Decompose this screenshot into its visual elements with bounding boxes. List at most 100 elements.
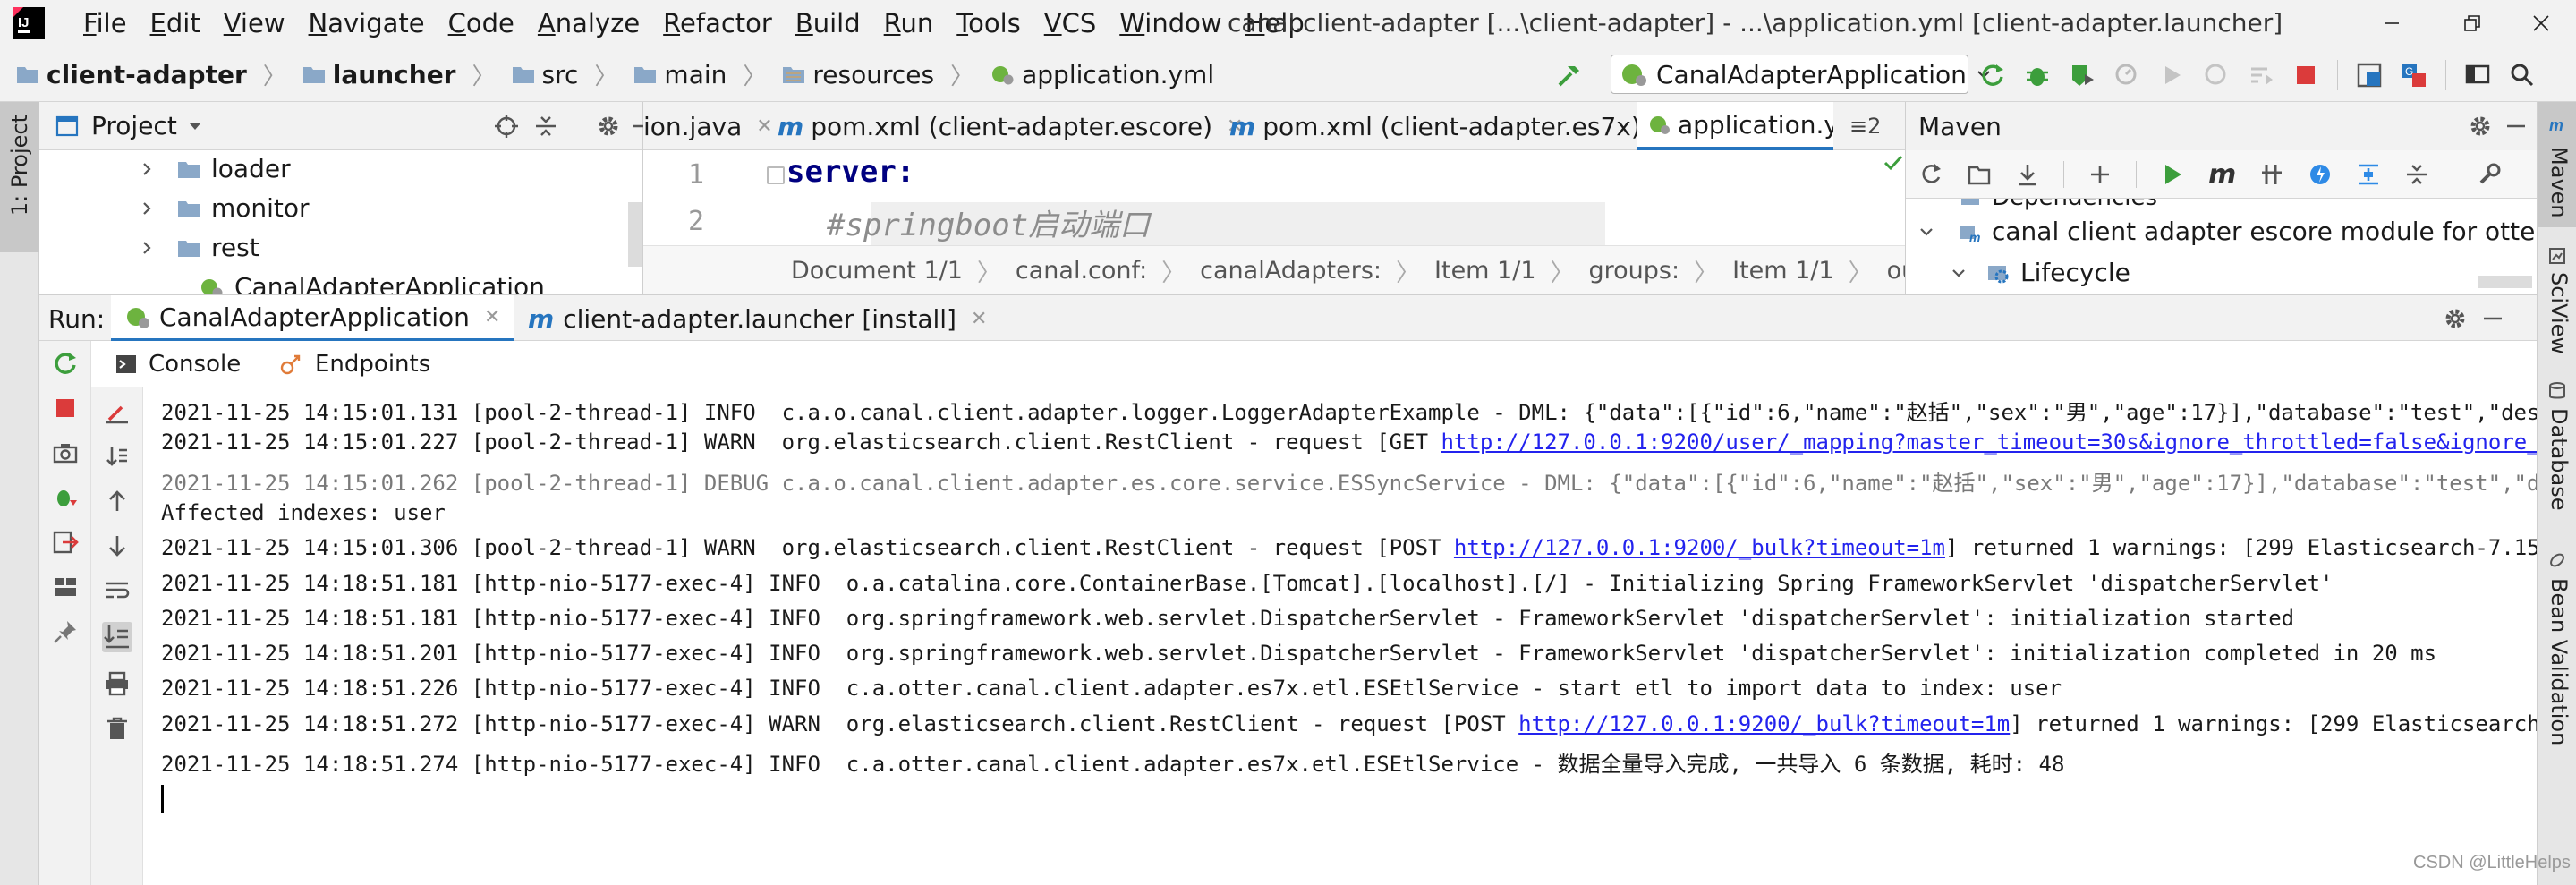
hide-panel-icon[interactable] bbox=[2504, 114, 2529, 139]
menu-item-refactor[interactable]: Refactor bbox=[651, 8, 784, 38]
tab-overflow-button[interactable]: ≡2 bbox=[1849, 102, 1881, 150]
editor-tab-java[interactable]: ion.java ✕ bbox=[643, 102, 773, 150]
presentation-icon[interactable] bbox=[2464, 62, 2491, 89]
clear-highlight-icon[interactable] bbox=[104, 398, 131, 425]
close-tab-icon[interactable]: ✕ bbox=[756, 115, 772, 138]
console-link[interactable]: http://127.0.0.1:9200/_bulk?timeout=1m bbox=[1518, 711, 2010, 736]
console-output[interactable]: 2021-11-25 14:15:01.131 [pool-2-thread-1… bbox=[143, 387, 2537, 885]
sort-down-icon[interactable] bbox=[104, 443, 131, 470]
run-tab-canal-adapter-application[interactable]: CanalAdapterApplication ✕ bbox=[111, 295, 515, 342]
scroll-to-end-icon[interactable] bbox=[102, 622, 132, 652]
project-tree-item[interactable]: loader bbox=[140, 154, 291, 183]
reload-icon[interactable] bbox=[1918, 162, 1943, 187]
run-tab-launcher-install[interactable]: m client-adapter.launcher [install] ✕ bbox=[514, 295, 1001, 342]
debug-restart-icon[interactable] bbox=[52, 484, 79, 511]
menu-item-view[interactable]: View bbox=[212, 8, 297, 38]
show-dependencies-icon[interactable] bbox=[2356, 162, 2381, 187]
execute-goal-icon[interactable]: m bbox=[2208, 159, 2236, 191]
rerun-icon[interactable] bbox=[52, 350, 79, 377]
editor-breadcrumb-item[interactable]: groups: bbox=[1589, 257, 1680, 285]
project-structure-icon[interactable] bbox=[2356, 62, 2383, 89]
menu-item-file[interactable]: File bbox=[72, 8, 139, 38]
menu-item-tools[interactable]: Tools bbox=[945, 8, 1032, 38]
maven-tool-tab[interactable]: m Maven bbox=[2538, 102, 2576, 227]
skip-tests-icon[interactable] bbox=[2308, 162, 2333, 187]
minimize-button[interactable] bbox=[2351, 0, 2432, 47]
pin-icon[interactable] bbox=[52, 618, 79, 645]
breadcrumb-item[interactable]: launcher bbox=[333, 60, 456, 89]
search-everywhere-icon[interactable] bbox=[2509, 62, 2536, 89]
download-icon[interactable] bbox=[2015, 162, 2040, 187]
collapse-all-icon[interactable] bbox=[533, 114, 558, 139]
toggle-offline-icon[interactable] bbox=[2259, 162, 2284, 187]
run-with-coverage-icon[interactable] bbox=[2069, 62, 2096, 89]
trash-icon[interactable] bbox=[104, 715, 131, 742]
gear-icon[interactable] bbox=[2468, 114, 2493, 139]
build-hammer-icon[interactable] bbox=[1553, 59, 1586, 91]
stop-icon[interactable] bbox=[2292, 62, 2319, 89]
console-tab[interactable]: Console bbox=[115, 341, 241, 387]
gear-icon[interactable] bbox=[2443, 306, 2468, 331]
locate-file-icon[interactable] bbox=[494, 114, 519, 139]
console-link[interactable]: http://127.0.0.1:9200/_bulk?timeout=1m bbox=[1454, 535, 1945, 560]
bean-validation-tool-tab[interactable]: Bean Validation bbox=[2538, 549, 2576, 836]
arrow-up-icon[interactable] bbox=[104, 488, 131, 515]
console-link[interactable]: http://127.0.0.1:9200/user/_mapping?mast… bbox=[1441, 430, 2537, 455]
editor-breadcrumb-item[interactable]: canalAdapters: bbox=[1200, 257, 1382, 285]
menu-item-window[interactable]: Window bbox=[1108, 8, 1233, 38]
hide-panel-icon[interactable] bbox=[2480, 306, 2505, 331]
editor-breadcrumb-item[interactable]: Document 1/1 bbox=[791, 257, 963, 285]
translate-icon[interactable]: G bbox=[2401, 62, 2427, 89]
add-icon[interactable] bbox=[2087, 162, 2113, 187]
collapse-all-icon[interactable] bbox=[2404, 162, 2429, 187]
breadcrumb-item[interactable]: client-adapter bbox=[47, 60, 247, 89]
soft-wrap-icon[interactable] bbox=[104, 577, 131, 604]
breadcrumb-item[interactable]: application.yml bbox=[1022, 60, 1214, 89]
maven-tree-item-lifecycle[interactable]: Lifecycle bbox=[1951, 258, 2130, 287]
menu-item-run[interactable]: Run bbox=[872, 8, 946, 38]
menu-item-build[interactable]: Build bbox=[784, 8, 872, 38]
generate-sources-icon[interactable] bbox=[1967, 162, 1992, 187]
menu-item-analyze[interactable]: Analyze bbox=[526, 8, 651, 38]
project-tree-item[interactable]: rest bbox=[140, 233, 259, 262]
wrench-icon[interactable] bbox=[2477, 162, 2502, 187]
project-scrollbar[interactable] bbox=[628, 202, 642, 267]
restore-button[interactable] bbox=[2432, 0, 2512, 47]
maven-tree-item-dependencies[interactable]: Dependencies bbox=[1960, 199, 2157, 211]
menu-item-code[interactable]: Code bbox=[437, 8, 526, 38]
editor-breadcrumb-item[interactable]: outerAdapters: bbox=[1887, 257, 1905, 285]
menu-item-vcs[interactable]: VCS bbox=[1033, 8, 1109, 38]
gear-icon[interactable] bbox=[596, 114, 621, 139]
print-icon[interactable] bbox=[104, 670, 131, 697]
project-panel-title[interactable]: Project bbox=[91, 111, 177, 140]
run-configuration-select[interactable]: CanalAdapterApplication bbox=[1611, 55, 1990, 94]
close-tab-icon[interactable]: ✕ bbox=[971, 308, 987, 330]
editor-breadcrumb-item[interactable]: Item 1/1 bbox=[1434, 257, 1536, 285]
breadcrumb-item[interactable]: resources bbox=[812, 60, 934, 89]
stop-icon[interactable] bbox=[52, 395, 79, 421]
editor-breadcrumb-item[interactable]: canal.conf: bbox=[1016, 257, 1147, 285]
editor-tab-application-yml[interactable]: application.yml bbox=[1637, 102, 1833, 150]
maven-scrollbar[interactable] bbox=[2478, 276, 2532, 288]
run-maven-icon[interactable] bbox=[2160, 162, 2185, 187]
exit-icon[interactable] bbox=[52, 529, 79, 556]
editor-breadcrumb-item[interactable]: Item 1/1 bbox=[1732, 257, 1834, 285]
editor-tab-pom-es7x[interactable]: m pom.xml (client-adapter.es7x) ✕ bbox=[1229, 102, 1671, 150]
menu-item-navigate[interactable]: Navigate bbox=[297, 8, 437, 38]
layout-icon[interactable] bbox=[52, 574, 79, 600]
breadcrumb-item[interactable]: main bbox=[664, 60, 727, 89]
camera-icon[interactable] bbox=[52, 439, 79, 466]
chevron-down-icon[interactable] bbox=[188, 119, 202, 133]
editor-tab-pom-escore[interactable]: m pom.xml (client-adapter.escore) ✕ bbox=[778, 102, 1243, 150]
code-area[interactable]: server: #springboot启动端口 bbox=[773, 150, 1905, 245]
maven-tree-item-module[interactable]: m canal client adapter escore module for… bbox=[1918, 217, 2538, 246]
database-tool-tab[interactable]: Database bbox=[2538, 379, 2576, 532]
project-tool-tab[interactable]: 1: Project bbox=[0, 102, 39, 252]
breadcrumb-item[interactable]: src bbox=[542, 60, 579, 89]
endpoints-tab[interactable]: Endpoints bbox=[279, 341, 430, 387]
arrow-down-icon[interactable] bbox=[104, 532, 131, 559]
close-window-button[interactable] bbox=[2505, 0, 2576, 47]
sciview-tool-tab[interactable]: SciView bbox=[2538, 245, 2576, 362]
menu-item-edit[interactable]: Edit bbox=[139, 8, 212, 38]
rerun-icon[interactable] bbox=[1979, 62, 2006, 89]
